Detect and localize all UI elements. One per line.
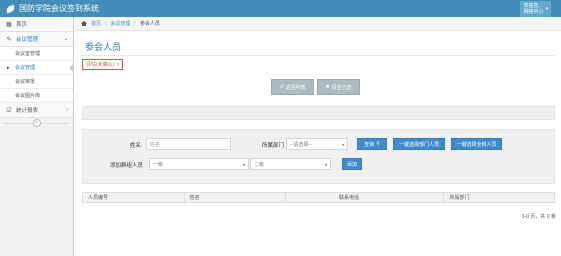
sidebar-item-statistics[interactable]: ☑ 统计报表 › bbox=[0, 103, 73, 118]
info-bar bbox=[82, 106, 555, 120]
sidebar-item-meeting-management[interactable]: ✎ 会议管理 ⌄ bbox=[0, 32, 73, 47]
dashboard-icon: ▦ bbox=[6, 21, 12, 28]
app-title: 国防学院会议签到系统 bbox=[19, 4, 99, 13]
breadcrumb-separator: / bbox=[134, 20, 136, 27]
page-title: 参会人员 bbox=[85, 42, 122, 52]
sidebar: ▦ 首页 ✎ 会议管理 ⌄ 会议室管理 会议管理 会议审批 会议图片库 ☑ 统计… bbox=[0, 17, 74, 256]
user-menu[interactable]: 欢迎您, 网络中心 ▾ bbox=[520, 1, 551, 17]
caret-down-icon: ▾ bbox=[545, 6, 548, 12]
group-label: 添加群组人员 bbox=[110, 163, 144, 169]
column-phone[interactable]: 联系电话 bbox=[286, 193, 444, 202]
table-header: 人员编号 姓名 联系电话 所属部门 bbox=[82, 192, 555, 203]
level2-group-select[interactable]: 二级 ▾ bbox=[250, 158, 331, 170]
close-icon: ✖ bbox=[325, 84, 330, 90]
home-icon bbox=[81, 21, 87, 26]
attendee-table: 人员编号 姓名 联系电话 所属部门 bbox=[82, 192, 555, 203]
sidebar-item-meeting-approval[interactable]: 会议审批 bbox=[0, 75, 73, 89]
column-name[interactable]: 姓名 bbox=[185, 193, 287, 202]
breadcrumb-separator: / bbox=[105, 20, 107, 27]
caret-down-icon: ▾ bbox=[341, 141, 344, 147]
column-department[interactable]: 所属部门 bbox=[444, 193, 554, 202]
meeting-tag: 评估(未确认) × bbox=[82, 59, 124, 70]
pagination-info: 1-0 页，共 0 条 bbox=[521, 214, 556, 220]
sidebar-collapse-row: « bbox=[0, 118, 73, 128]
chevron-down-icon: ⌄ bbox=[63, 36, 68, 42]
sidebar-item-room-management[interactable]: 会议室管理 bbox=[0, 47, 73, 61]
brand[interactable]: 国防学院会议签到系统 bbox=[5, 3, 99, 14]
collapse-sidebar-icon[interactable]: « bbox=[32, 119, 41, 127]
department-select[interactable]: --请选择-- ▾ bbox=[286, 138, 348, 150]
report-icon: ☑ bbox=[6, 107, 12, 114]
close-icon[interactable]: × bbox=[116, 62, 119, 68]
department-label: 所属部门 bbox=[262, 143, 285, 149]
caret-down-icon: ▾ bbox=[324, 161, 327, 167]
breadcrumb-home[interactable]: 首页 bbox=[91, 20, 101, 27]
leaf-logo-icon bbox=[5, 4, 16, 13]
level1-group-select[interactable]: 一级 ▾ bbox=[149, 158, 249, 170]
meeting-tag-label: 评估(未确认) bbox=[86, 62, 115, 68]
breadcrumb-current: 参会人员 bbox=[139, 21, 160, 27]
clear-selected-button[interactable]: ✖ 清空已选 bbox=[317, 79, 360, 95]
sidebar-item-meeting-list[interactable]: 会议管理 bbox=[0, 61, 74, 75]
add-group-button[interactable]: 添加 bbox=[342, 158, 362, 170]
chevron-right-icon: › bbox=[66, 107, 68, 113]
sidebar-item-meeting-gallery[interactable]: 会议图片库 bbox=[0, 89, 73, 103]
caret-down-icon: ▾ bbox=[242, 161, 245, 167]
back-to-list-button[interactable]: ↺ 返回列表 bbox=[271, 79, 314, 95]
main-content: 参会人员 评估(未确认) × ↺ 返回列表 ✖ 清空已选 姓名 姓名 所属部门 … bbox=[75, 31, 561, 256]
top-navbar: 国防学院会议签到系统 欢迎您, 网络中心 ▾ bbox=[0, 0, 561, 17]
user-greeting: 欢迎您, 网络中心 bbox=[523, 3, 544, 15]
search-icon: ⚲ bbox=[376, 141, 380, 147]
query-button[interactable]: 查询 ⚲ bbox=[357, 138, 387, 150]
sidebar-item-home[interactable]: ▦ 首页 bbox=[0, 17, 73, 32]
column-person-id[interactable]: 人员编号 bbox=[83, 193, 185, 202]
select-department-members-button[interactable]: 一键选择部门人员 bbox=[393, 138, 445, 150]
breadcrumb: 首页 / 会议管理 / 参会人员 bbox=[75, 17, 561, 31]
edit-icon: ✎ bbox=[6, 36, 12, 43]
breadcrumb-section[interactable]: 会议管理 bbox=[110, 20, 130, 27]
undo-icon: ↺ bbox=[279, 84, 284, 90]
name-input[interactable]: 姓名 bbox=[146, 138, 231, 150]
search-panel: 姓名 姓名 所属部门 --请选择-- ▾ 查询 ⚲ 一键选择部门人员 一键选择全… bbox=[82, 129, 555, 184]
select-all-school-button[interactable]: 一键选择全校人员 bbox=[451, 138, 502, 150]
action-buttons: ↺ 返回列表 ✖ 清空已选 bbox=[271, 79, 360, 95]
divider bbox=[81, 55, 555, 56]
name-label: 姓名 bbox=[130, 143, 142, 149]
